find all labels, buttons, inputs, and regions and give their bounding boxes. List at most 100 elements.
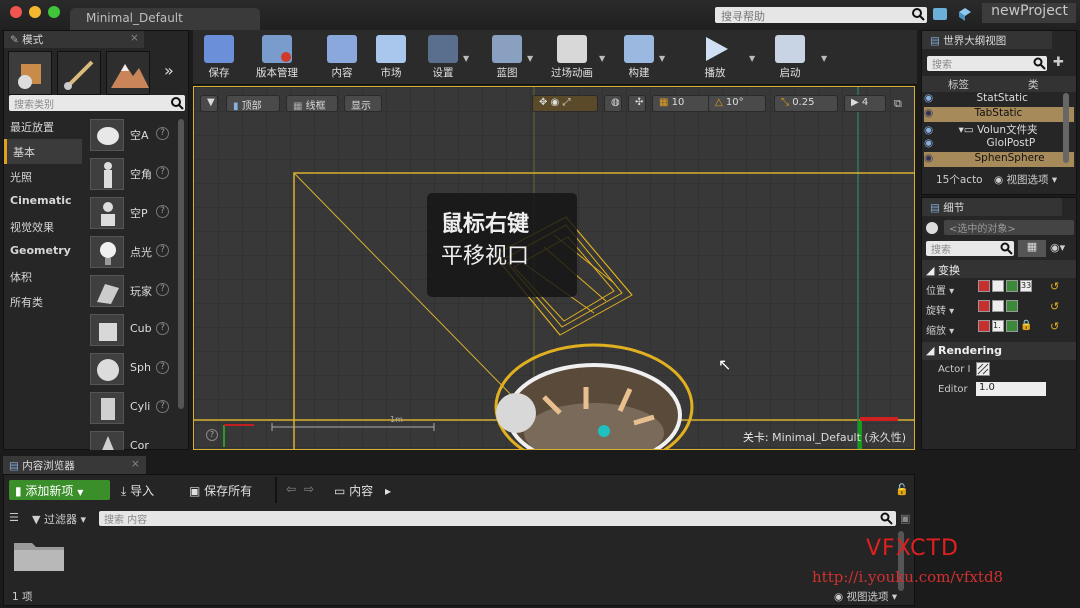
x-field[interactable] bbox=[978, 280, 990, 292]
category-search-input[interactable]: 搜索类别 bbox=[9, 95, 185, 111]
category-recent[interactable]: 最近放置 bbox=[4, 114, 82, 139]
landscape-mode-button[interactable] bbox=[106, 51, 150, 95]
save-all-button[interactable]: ▣ 保存所有 bbox=[189, 482, 252, 499]
help-icon[interactable]: ? bbox=[156, 361, 169, 374]
launch-button[interactable]: 启动 bbox=[767, 32, 813, 84]
close-icon[interactable]: × bbox=[130, 32, 139, 44]
save-button[interactable]: 保存 bbox=[199, 32, 239, 84]
help-icon[interactable]: ? bbox=[156, 283, 169, 296]
location-fields[interactable]: 33 bbox=[978, 280, 1042, 294]
property-matrix-icon[interactable]: ▦ bbox=[1018, 240, 1046, 257]
surface-snap-toggle[interactable]: ✣ bbox=[628, 95, 646, 112]
forward-button[interactable]: ⇨ bbox=[304, 482, 314, 496]
close-window-icon[interactable] bbox=[10, 6, 22, 18]
blueprints-button[interactable]: 蓝图 bbox=[487, 32, 527, 84]
camera-speed-control[interactable]: ▶ 4 bbox=[844, 95, 886, 112]
paint-mode-button[interactable] bbox=[57, 51, 101, 95]
placeable-item[interactable]: 玩家? bbox=[86, 272, 176, 310]
folder-icon[interactable] bbox=[14, 539, 64, 571]
type-column-header[interactable]: 类 bbox=[1028, 77, 1039, 92]
roll-field[interactable] bbox=[978, 300, 990, 312]
more-modes-icon[interactable]: » bbox=[164, 61, 174, 80]
eye-icon[interactable]: ◉ bbox=[924, 152, 933, 164]
play-button[interactable]: 播放 bbox=[695, 32, 735, 84]
search-icon[interactable] bbox=[880, 512, 893, 525]
details-tab[interactable]: ▤ 细节 bbox=[922, 198, 1062, 216]
close-icon[interactable]: × bbox=[131, 458, 140, 470]
outliner-row[interactable]: ◉ ▾▭ Volun文件夹 bbox=[924, 122, 1074, 137]
level-tab[interactable]: Minimal_Default bbox=[70, 8, 260, 30]
chevron-down-icon[interactable]: ▼ bbox=[463, 54, 469, 63]
transform-section[interactable]: ◢ 变换 bbox=[922, 260, 1076, 278]
level-viewport[interactable]: ▼ ▮ 顶部 ▦ 线框 显示 ✥ ◉ ⤢ ◍ ✣ ▦ 10 △ 10° ⤡ 0.… bbox=[193, 86, 915, 450]
category-volumes[interactable]: 体积 bbox=[4, 264, 82, 289]
y-field[interactable] bbox=[1006, 280, 1018, 292]
viewport-options-button[interactable]: ▼ bbox=[200, 95, 218, 112]
modes-tab[interactable]: ✎ 模式 × bbox=[4, 31, 144, 48]
content-browser-tab[interactable]: ▤ 内容浏览器 × bbox=[3, 456, 146, 474]
outliner-search-input[interactable]: 搜索 bbox=[927, 56, 1047, 71]
save-search-icon[interactable]: ▣ bbox=[900, 512, 910, 525]
show-flags-button[interactable]: 显示 bbox=[344, 95, 382, 112]
outliner-row[interactable]: ◉ SphenSphere bbox=[924, 152, 1074, 167]
help-icon[interactable]: ? bbox=[156, 205, 169, 218]
marketplace-icon[interactable] bbox=[957, 6, 973, 22]
eye-icon[interactable]: ◉ bbox=[924, 124, 933, 136]
outliner-view-options[interactable]: ◉ 视图选项 ▾ bbox=[994, 172, 1057, 187]
settings-button[interactable]: 设置 bbox=[423, 32, 463, 84]
scale-z-field[interactable] bbox=[1006, 320, 1018, 332]
placeable-item[interactable]: Cor bbox=[86, 428, 176, 450]
scale-x-field[interactable] bbox=[978, 320, 990, 332]
eye-icon[interactable]: ◉▾ bbox=[1050, 241, 1065, 254]
chevron-down-icon[interactable]: ▼ bbox=[527, 54, 533, 63]
yaw-field[interactable] bbox=[1006, 300, 1018, 312]
pitch-field[interactable] bbox=[992, 300, 1004, 312]
transform-tools[interactable]: ✥ ◉ ⤢ bbox=[532, 95, 598, 112]
category-basic[interactable]: 基本 bbox=[4, 139, 82, 164]
build-button[interactable]: 构建 bbox=[619, 32, 659, 84]
editor-billboard-scale-field[interactable]: 1.0 bbox=[976, 382, 1046, 396]
filters-button[interactable]: ▼ 过滤器 ▾ bbox=[32, 511, 86, 527]
content-button[interactable]: 内容 bbox=[321, 32, 363, 84]
rotation-fields[interactable] bbox=[978, 300, 1038, 314]
scrollbar[interactable] bbox=[178, 119, 184, 409]
lock-icon[interactable]: 🔒 bbox=[1020, 320, 1032, 334]
chevron-down-icon[interactable]: ▼ bbox=[659, 54, 665, 63]
rotation-snap-control[interactable]: △ 10° bbox=[708, 95, 766, 112]
outliner-row[interactable]: ◉ StatStatic bbox=[924, 92, 1074, 107]
search-icon[interactable] bbox=[911, 7, 925, 21]
placeable-item[interactable]: 空A? bbox=[86, 116, 176, 154]
help-icon[interactable]: ? bbox=[206, 429, 218, 441]
import-button[interactable]: ⤓ 导入 bbox=[121, 482, 154, 499]
outliner-row[interactable]: ◉ GlolPostP bbox=[924, 137, 1074, 152]
source-control-button[interactable]: 版本管理 bbox=[247, 32, 307, 84]
reset-icon[interactable]: ↺ bbox=[1050, 320, 1059, 333]
world-local-toggle[interactable]: ◍ bbox=[604, 95, 622, 112]
help-icon[interactable]: ? bbox=[156, 400, 169, 413]
placeable-item[interactable]: Cub? bbox=[86, 311, 176, 349]
wireframe-button[interactable]: ▦ 线框 bbox=[286, 95, 338, 112]
add-folder-icon[interactable]: ✚ bbox=[1053, 55, 1064, 70]
scale-fields[interactable]: 1. 🔒 bbox=[978, 320, 1042, 334]
chevron-down-icon[interactable]: ▼ bbox=[599, 54, 605, 63]
placeable-item[interactable]: Sph? bbox=[86, 350, 176, 388]
x-value[interactable] bbox=[992, 280, 1004, 292]
eye-icon[interactable]: ◉ bbox=[924, 92, 933, 104]
back-button[interactable]: ⇦ bbox=[286, 482, 296, 496]
reset-icon[interactable]: ↺ bbox=[1050, 300, 1059, 313]
scale-y-field[interactable]: 1. bbox=[992, 320, 1004, 332]
scale-snap-control[interactable]: ⤡ 0.25 bbox=[774, 95, 838, 112]
view-options-button[interactable]: ◉ 视图选项 ▾ bbox=[834, 589, 897, 604]
category-lights[interactable]: 光照 bbox=[4, 164, 82, 189]
outliner-tab[interactable]: ▤ 世界大纲视图 bbox=[922, 31, 1052, 49]
category-all-classes[interactable]: 所有类 bbox=[4, 289, 82, 314]
help-icon[interactable]: ? bbox=[156, 166, 169, 179]
content-search-input[interactable]: 搜索 内容 bbox=[99, 511, 896, 526]
maximize-viewport-icon[interactable]: ⧉ bbox=[894, 97, 902, 111]
sources-panel-icon[interactable]: ☰ bbox=[9, 511, 19, 524]
outliner-row[interactable]: ◉ TabStatic bbox=[924, 107, 1074, 122]
minimize-window-icon[interactable] bbox=[29, 6, 41, 18]
add-new-button[interactable]: ▮ 添加新项 ▼ bbox=[9, 480, 110, 500]
category-visual-effects[interactable]: 视觉效果 bbox=[4, 214, 82, 239]
help-icon[interactable]: ? bbox=[156, 322, 169, 335]
